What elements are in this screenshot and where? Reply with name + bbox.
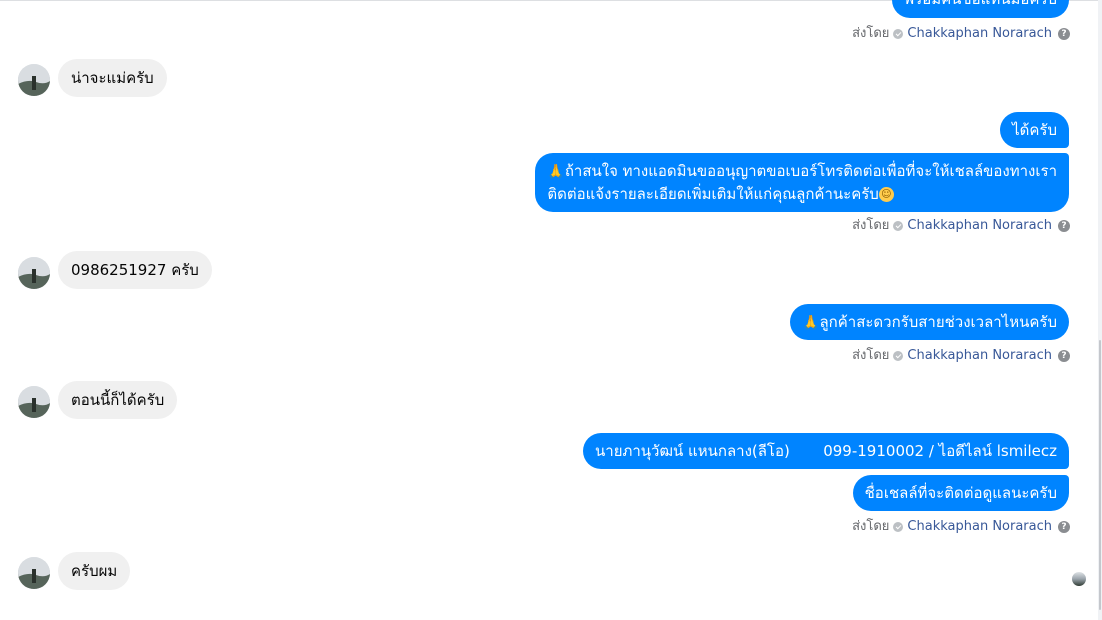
sent-by-label: ส่งโดย	[852, 519, 890, 534]
avatar[interactable]	[18, 64, 50, 96]
message-text: นายภานุวัฒน์ แหนกลาง(ลีโอ) 099-1910002 /…	[595, 442, 1057, 460]
incoming-message[interactable]: น่าจะแม่ครับ	[58, 59, 167, 97]
avatar[interactable]	[18, 257, 50, 289]
pray-icon: 🙏	[802, 315, 820, 331]
help-icon[interactable]: ?	[1058, 220, 1070, 232]
message-line: ติดต่อแจ้งรายละเอียดเพิ่มเติมให้แก่คุณลู…	[547, 183, 1057, 205]
sender-name[interactable]: Chakkaphan Norarach	[907, 347, 1052, 365]
message-text: ตอนนี้ก็ได้ครับ	[71, 391, 165, 409]
sent-by-label: ส่งโดย	[852, 26, 890, 41]
verified-check-icon	[893, 221, 904, 231]
outgoing-message[interactable]: 🙏ถ้าสนใจ ทางแอดมินขออนุญาตขอเบอร์โทรติดต…	[535, 153, 1069, 212]
verified-check-icon	[893, 29, 904, 39]
outgoing-message[interactable]: ได้ครับ	[1000, 112, 1069, 148]
sender-name[interactable]: Chakkaphan Norarach	[907, 217, 1052, 235]
sent-by-info: ส่งโดย Chakkaphan Norarach ?	[852, 518, 1070, 536]
incoming-message[interactable]: ตอนนี้ก็ได้ครับ	[58, 381, 178, 419]
scrollbar-thumb[interactable]	[1099, 340, 1101, 610]
message-text: ลูกค้าสะดวกรับสายช่วงเวลาไหนครับ	[819, 313, 1057, 331]
outgoing-message[interactable]: 🙏ลูกค้าสะดวกรับสายช่วงเวลาไหนครับ	[790, 304, 1069, 340]
message-text: น่าจะแม่ครับ	[71, 69, 154, 87]
sender-name[interactable]: Chakkaphan Norarach	[907, 25, 1052, 43]
smile-icon: ☺	[878, 187, 894, 202]
message-line: 🙏ถ้าสนใจ ทางแอดมินขออนุญาตขอเบอร์โทรติดต…	[547, 162, 1057, 180]
avatar[interactable]	[18, 386, 50, 418]
outgoing-message[interactable]: พร้อมคันข้อแทนมือครับ	[892, 0, 1069, 18]
message-text: ได้ครับ	[1012, 121, 1057, 139]
sent-by-info: ส่งโดย Chakkaphan Norarach ?	[852, 25, 1070, 43]
sent-by-info: ส่งโดย Chakkaphan Norarach ?	[852, 217, 1070, 235]
outgoing-message[interactable]: ชื่อเชลล์ที่จะติดต่อดูแลนะครับ	[852, 475, 1069, 511]
verified-check-icon	[893, 351, 904, 361]
message-text: พร้อมคันข้อแทนมือครับ	[904, 0, 1057, 8]
help-icon[interactable]: ?	[1058, 521, 1070, 533]
message-text: ชื่อเชลล์ที่จะติดต่อดูแลนะครับ	[864, 484, 1057, 502]
sent-by-label: ส่งโดย	[852, 348, 890, 363]
incoming-message[interactable]: ครับผม	[58, 552, 131, 590]
outgoing-message[interactable]: นายภานุวัฒน์ แหนกลาง(ลีโอ) 099-1910002 /…	[583, 433, 1069, 469]
incoming-message[interactable]: 0986251927 ครับ	[58, 251, 212, 289]
help-icon[interactable]: ?	[1058, 28, 1070, 40]
pray-icon: 🙏	[547, 164, 565, 180]
avatar[interactable]	[18, 557, 50, 589]
sent-by-info: ส่งโดย Chakkaphan Norarach ?	[852, 347, 1070, 365]
help-icon[interactable]: ?	[1058, 350, 1070, 362]
sent-by-label: ส่งโดย	[852, 218, 890, 233]
verified-check-icon	[893, 522, 904, 532]
message-text: ครับผม	[71, 562, 118, 580]
message-text: 0986251927 ครับ	[71, 261, 199, 279]
read-receipt-avatar	[1072, 572, 1086, 586]
sender-name[interactable]: Chakkaphan Norarach	[907, 518, 1052, 536]
